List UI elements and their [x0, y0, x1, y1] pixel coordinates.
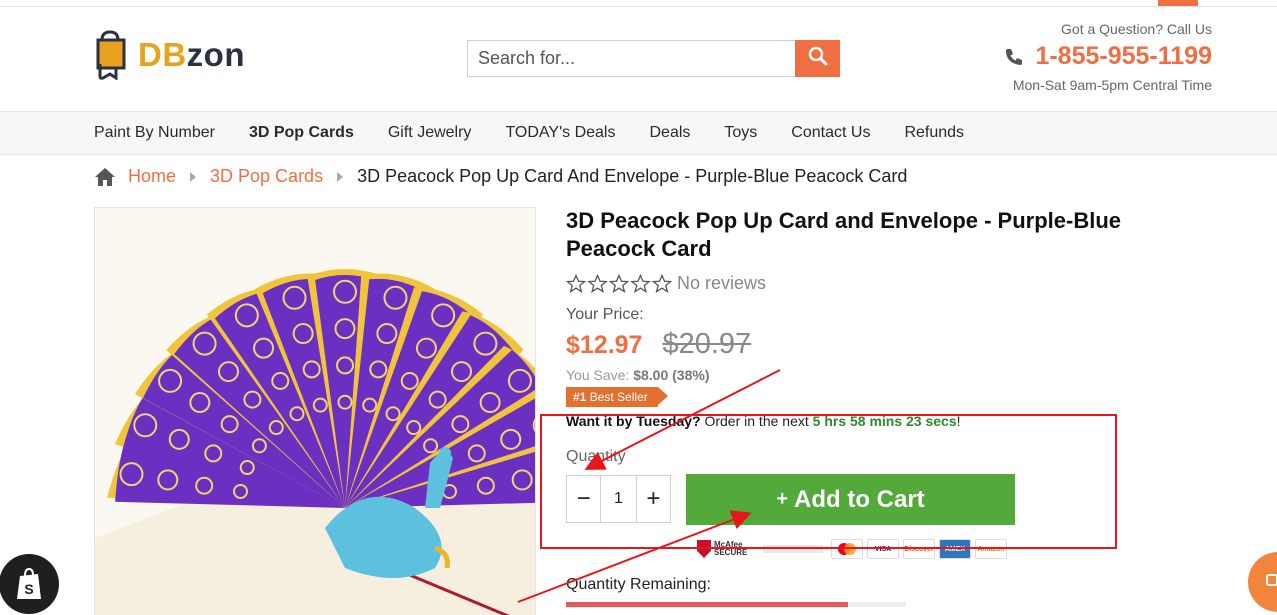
- star-rating-icon: [566, 273, 674, 294]
- quantity-input[interactable]: 1: [600, 476, 637, 522]
- mastercard-icon: [831, 539, 863, 559]
- nav-item-todays-deals[interactable]: TODAY's Deals: [505, 124, 615, 142]
- nav-item-toys[interactable]: Toys: [724, 124, 757, 142]
- quantity-remaining-label: Quantity Remaining:: [566, 576, 711, 593]
- product-image[interactable]: [94, 207, 536, 615]
- add-to-cart-button[interactable]: + Add to Cart: [686, 474, 1015, 525]
- top-accent-tab: [1158, 0, 1198, 6]
- mcafee-shield-icon: [697, 540, 711, 558]
- quantity-decrease-button[interactable]: −: [567, 476, 600, 522]
- contact-hours: Mon-Sat 9am-5pm Central Time: [1012, 77, 1212, 93]
- breadcrumb: Home 3D Pop Cards 3D Peacock Pop Up Card…: [94, 166, 907, 187]
- plus-icon: +: [776, 488, 789, 510]
- nav-item-refunds[interactable]: Refunds: [904, 124, 964, 142]
- breadcrumb-separator-icon: [337, 171, 344, 182]
- secure-checkout-text-icon: [763, 545, 823, 553]
- shopping-bag-icon: [94, 30, 134, 81]
- chat-icon: [1266, 574, 1277, 586]
- quantity-stepper: − 1 +: [566, 475, 671, 523]
- product-title: 3D Peacock Pop Up Card and Envelope - Pu…: [566, 208, 1122, 261]
- delivery-countdown: Want it by Tuesday? Order in the next 5 …: [566, 413, 961, 429]
- nav-item-3d-pop-cards[interactable]: 3D Pop Cards: [249, 124, 354, 142]
- contact-block: Got a Question? Call Us 1-855-955-1199 M…: [1005, 21, 1212, 93]
- phone-number: 1-855-955-1199: [1035, 42, 1212, 70]
- nav-item-paint-by-number[interactable]: Paint By Number: [94, 124, 215, 142]
- chat-button[interactable]: [1248, 552, 1277, 612]
- logo-text: DBzon: [138, 36, 245, 73]
- top-border: [0, 6, 1277, 7]
- contact-question: Got a Question? Call Us: [1061, 21, 1212, 37]
- add-to-cart-label: Add to Cart: [794, 485, 925, 513]
- mcafee-secure-badge: McAfee SECURE: [697, 538, 755, 560]
- reviews-text: No reviews: [677, 273, 767, 293]
- search-bar: [467, 40, 840, 77]
- search-button[interactable]: [795, 40, 840, 77]
- nav-item-deals[interactable]: Deals: [649, 124, 690, 142]
- search-icon: [808, 46, 828, 71]
- amex-icon: AMEX: [939, 539, 971, 559]
- trust-badges: McAfee SECURE VISA Discover AMEX Amazon: [697, 538, 1011, 560]
- price-block: $12.97 $20.97: [566, 328, 1206, 361]
- discover-icon: Discover: [903, 539, 935, 559]
- main-nav: Paint By Number 3D Pop Cards Gift Jewelr…: [0, 111, 1277, 155]
- quantity-label: Quantity: [566, 448, 626, 465]
- savings: You Save: $8.00 (38%): [566, 367, 710, 383]
- price-label: Your Price:: [566, 306, 644, 323]
- product-details: 3D Peacock Pop Up Card and Envelope - Pu…: [566, 207, 1206, 429]
- quantity-increase-button[interactable]: +: [637, 476, 670, 522]
- rating[interactable]: No reviews: [566, 273, 1206, 294]
- nav-item-gift-jewelry[interactable]: Gift Jewelry: [388, 124, 472, 142]
- amazon-pay-icon: Amazon: [975, 539, 1007, 559]
- home-icon[interactable]: [94, 167, 116, 187]
- phone-link[interactable]: 1-855-955-1199: [1005, 42, 1212, 71]
- breadcrumb-home[interactable]: Home: [128, 166, 176, 187]
- best-seller-badge: #1 Best Seller: [566, 387, 668, 407]
- quantity-remaining-fill: [566, 602, 849, 607]
- breadcrumb-current: 3D Peacock Pop Up Card And Envelope - Pu…: [357, 166, 908, 186]
- svg-text:S: S: [24, 581, 33, 597]
- phone-icon: [1005, 48, 1023, 66]
- shopify-icon[interactable]: S: [0, 554, 59, 614]
- logo[interactable]: DBzon: [94, 30, 245, 81]
- compare-price: $20.97: [662, 328, 752, 360]
- visa-icon: VISA: [867, 539, 899, 559]
- search-input[interactable]: [467, 40, 795, 77]
- sale-price: $12.97: [566, 331, 643, 359]
- quantity-remaining-bar: [566, 602, 906, 607]
- breadcrumb-category[interactable]: 3D Pop Cards: [210, 166, 323, 187]
- nav-item-contact-us[interactable]: Contact Us: [791, 124, 870, 142]
- breadcrumb-separator-icon: [190, 171, 197, 182]
